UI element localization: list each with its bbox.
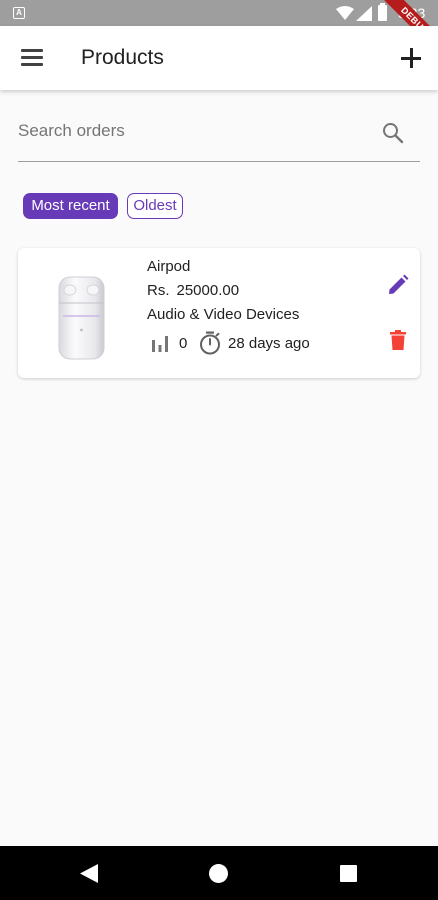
app-bar: Products bbox=[0, 26, 438, 90]
product-category: Audio & Video Devices bbox=[147, 306, 300, 323]
battery-icon bbox=[378, 3, 387, 21]
signal-icon bbox=[356, 6, 372, 21]
product-card[interactable]: Airpod Rs. 25000.00 Audio & Video Devices… bbox=[18, 248, 420, 378]
sort-chip-oldest[interactable]: Oldest bbox=[127, 193, 183, 219]
hamburger-menu-icon[interactable] bbox=[21, 49, 43, 67]
product-price: Rs. 25000.00 bbox=[147, 282, 239, 299]
edit-icon[interactable] bbox=[387, 274, 409, 296]
recents-icon[interactable] bbox=[340, 865, 357, 882]
wifi-icon bbox=[336, 6, 354, 20]
system-navigation-bar bbox=[0, 846, 438, 900]
page-title: Products bbox=[81, 46, 164, 69]
debug-banner: DEBUG bbox=[378, 0, 438, 26]
product-name: Airpod bbox=[147, 258, 191, 275]
price-value: 25000.00 bbox=[176, 282, 240, 299]
product-count: 0 bbox=[179, 335, 188, 352]
bar-chart-icon bbox=[152, 336, 168, 352]
home-icon[interactable] bbox=[209, 864, 228, 883]
search-icon[interactable] bbox=[382, 122, 404, 144]
product-image bbox=[58, 276, 105, 360]
product-time-ago: 28 days ago bbox=[228, 335, 310, 352]
search-field bbox=[18, 112, 420, 162]
sort-chip-most-recent[interactable]: Most recent bbox=[23, 193, 118, 219]
price-currency: Rs. bbox=[147, 282, 170, 299]
add-product-button[interactable] bbox=[401, 48, 421, 68]
timer-icon bbox=[200, 331, 220, 355]
search-input[interactable] bbox=[18, 118, 368, 144]
status-bar: A 5:33 DEBUG bbox=[0, 0, 438, 26]
app-notification-icon: A bbox=[13, 7, 25, 19]
delete-icon[interactable] bbox=[390, 330, 406, 350]
back-icon[interactable] bbox=[80, 864, 98, 883]
